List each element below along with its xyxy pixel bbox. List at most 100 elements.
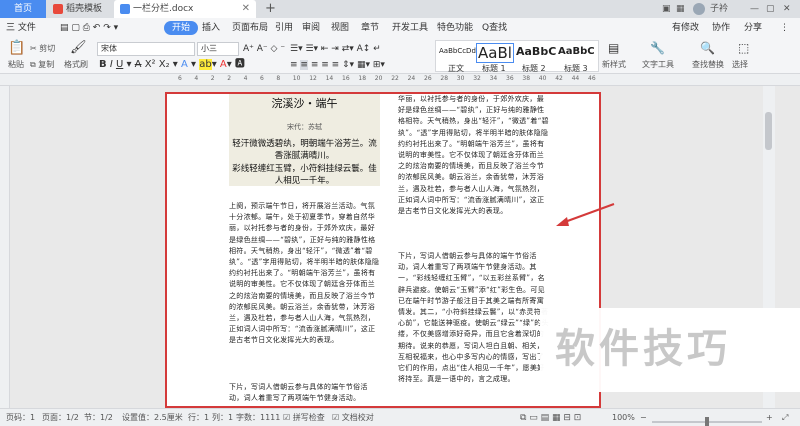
select-button[interactable]: 选择 bbox=[732, 60, 748, 70]
status-word-count[interactable]: 字数：1111 bbox=[236, 413, 280, 423]
menu-view[interactable]: 视图 bbox=[331, 22, 349, 34]
menu-page-layout[interactable]: 页面布局 bbox=[232, 22, 268, 34]
ruler-number: 22 bbox=[391, 75, 399, 82]
text-tool-button[interactable]: 文字工具 bbox=[642, 60, 674, 70]
menu-developer[interactable]: 开发工具 bbox=[392, 22, 428, 34]
ruler-number: 30 bbox=[456, 75, 465, 82]
left-column-tail: 下片，写词人借朝云参与具体的端午节俗活动，词人着重写了两项端午节健身活动。 bbox=[229, 383, 368, 403]
minimize-icon[interactable]: — bbox=[750, 3, 759, 15]
style-heading3-label: 标题 3 bbox=[564, 64, 588, 73]
menu-review[interactable]: 审阅 bbox=[302, 22, 320, 34]
find-replace-icon[interactable]: 🔍 bbox=[700, 42, 715, 54]
format-painter-button[interactable]: 格式刷 bbox=[64, 60, 88, 70]
share-button[interactable]: 分享 bbox=[744, 22, 762, 34]
ruler-number: 6 bbox=[260, 75, 264, 82]
status-row[interactable]: 行：1 bbox=[188, 413, 209, 423]
close-window-icon[interactable]: ✕ bbox=[783, 3, 791, 15]
poem-line-2: 彩线轻缠红玉臂，小符斜挂绿云鬟。佳人相见一千年。 bbox=[232, 164, 377, 186]
menu-home[interactable]: 开始 bbox=[164, 21, 199, 35]
view-mode-icons[interactable]: ⧉ ▭ ▤ ▦ ⊟ ⊡ bbox=[520, 413, 581, 423]
tab-home[interactable]: 首页 bbox=[0, 0, 46, 18]
status-section[interactable]: 节：1/2 bbox=[84, 413, 113, 423]
style-heading1-sample[interactable]: AaBl bbox=[476, 43, 514, 63]
ruler-number: 40 bbox=[538, 75, 547, 82]
menu-file[interactable]: 三 文件 bbox=[6, 22, 36, 34]
new-style-icon[interactable]: ▤ bbox=[608, 42, 619, 54]
tab-bar: 首页 稻壳模板 一栏分栏.docx ✕ + ▣ ▦ 子衿 — ▢ ✕ bbox=[0, 0, 800, 18]
status-pages[interactable]: 页面：1/2 bbox=[42, 413, 79, 423]
vertical-ruler[interactable] bbox=[0, 86, 10, 408]
paste-icon[interactable]: 📋 bbox=[8, 41, 25, 55]
menu-chapter[interactable]: 章节 bbox=[361, 22, 379, 34]
fit-window-icon[interactable]: ⤢ bbox=[782, 413, 788, 423]
save-icon[interactable]: ▤ ▢ ⎙ ↶ ↷ ▾ bbox=[60, 22, 118, 34]
cut-button[interactable]: ✂ 剪切 bbox=[30, 44, 55, 54]
ruler-number: 12 bbox=[309, 75, 317, 82]
user-name[interactable]: 子衿 bbox=[710, 3, 728, 15]
ruler-number: 24 bbox=[407, 75, 416, 82]
ruler-number: 26 bbox=[424, 75, 432, 82]
ruler-number: 4 bbox=[194, 75, 199, 82]
font-grow-shrink-icon[interactable]: A⁺ A⁻ ◇ ⁻ bbox=[243, 43, 285, 55]
layout-icon[interactable]: ▣ bbox=[662, 3, 671, 15]
ruler-number: 2 bbox=[210, 75, 215, 82]
paste-button[interactable]: 粘贴 bbox=[8, 60, 24, 70]
menu-insert[interactable]: 插入 bbox=[202, 22, 220, 34]
maximize-icon[interactable]: ▢ bbox=[766, 3, 775, 15]
menu-features[interactable]: 特色功能 bbox=[437, 22, 473, 34]
menu-references[interactable]: 引用 bbox=[275, 22, 293, 34]
left-column-text: 上阕，预示端午节日，将开展浴兰活动。气氛十分浓郁。端午，处于初夏季节，穿着自然华… bbox=[229, 202, 380, 345]
annotation-arrow bbox=[556, 203, 615, 226]
align-icons[interactable]: ≡ ≡ ≡ ≡ ≡ ⇕▾ ▦▾ ⊞▾ bbox=[290, 59, 385, 71]
tab-document-label: 一栏分栏.docx bbox=[133, 4, 194, 14]
styles-gallery: AaBbCcDd 正文 AaBl 标题 1 AaBbC 标题 2 AaBbC 标… bbox=[435, 40, 599, 73]
scrollbar-thumb[interactable] bbox=[765, 112, 772, 150]
new-style-button[interactable]: 新样式 bbox=[602, 60, 626, 70]
ruler-number: 46 bbox=[588, 75, 596, 82]
style-heading2-label: 标题 2 bbox=[522, 64, 546, 73]
doc-check-label: 文档校对 bbox=[341, 413, 374, 422]
style-heading3-sample[interactable]: AaBbC bbox=[558, 46, 595, 57]
grid-icon[interactable]: ▦ bbox=[676, 3, 685, 15]
horizontal-ruler[interactable]: 6 4 2 2 4 6 8 10 12 14 16 18 20 22 24 26 28 30 32 34 36 38 40 4… bbox=[0, 74, 800, 86]
close-tab-icon[interactable]: ✕ bbox=[242, 0, 250, 18]
text-tool-icon[interactable]: 🔧 bbox=[650, 42, 665, 54]
tab-docer-templates[interactable]: 稻壳模板 bbox=[47, 0, 113, 18]
font-name-select[interactable]: 宋体 bbox=[97, 42, 195, 56]
ruler-number: 4 bbox=[243, 75, 248, 82]
style-normal-label: 正文 bbox=[448, 64, 464, 73]
ruler-number: 42 bbox=[555, 75, 563, 82]
zoom-slider-thumb[interactable] bbox=[705, 417, 709, 426]
menu-search[interactable]: Q查找 bbox=[482, 22, 507, 34]
status-setting[interactable]: 设置值：2.5厘米 bbox=[122, 413, 183, 423]
menu-bar: 三 文件 ▤ ▢ ⎙ ↶ ↷ ▾ 开始 插入 页面布局 引用 审阅 视图 章节 … bbox=[0, 18, 800, 38]
font-size-select[interactable]: 小三 bbox=[197, 42, 239, 56]
zoom-level[interactable]: 100% bbox=[612, 413, 635, 423]
ruler-number: 10 bbox=[292, 75, 301, 82]
copy-button[interactable]: ⧉ 复制 bbox=[30, 60, 54, 70]
tab-document[interactable]: 一栏分栏.docx ✕ bbox=[114, 0, 256, 18]
collab-button[interactable]: 协作 bbox=[712, 22, 730, 34]
status-page[interactable]: 页码：1 bbox=[6, 413, 35, 423]
new-tab-button[interactable]: + bbox=[265, 0, 276, 18]
ribbon: 📋 粘贴 ✂ 剪切 ⧉ 复制 🖌 格式刷 宋体 小三 A⁺ A⁻ ◇ ⁻ B I… bbox=[0, 38, 800, 74]
format-painter-icon[interactable]: 🖌 bbox=[70, 41, 87, 54]
doc-check-button[interactable]: ☑ 文档校对 bbox=[332, 413, 374, 423]
text-format-icons[interactable]: B I U ▾ A X² X₂ ▾ A ▾ ab▾ A▾ 🅰 bbox=[99, 59, 245, 71]
avatar[interactable] bbox=[693, 3, 705, 15]
ruler-number: 28 bbox=[440, 75, 449, 82]
find-replace-button[interactable]: 查找替换 bbox=[692, 60, 724, 70]
copy-label: 复制 bbox=[38, 60, 55, 69]
unsaved-indicator[interactable]: 有修改 bbox=[672, 22, 699, 34]
zoom-in-button[interactable]: + bbox=[766, 413, 773, 423]
ruler-number: 36 bbox=[506, 75, 514, 82]
word-doc-icon bbox=[120, 4, 130, 14]
list-icons[interactable]: ☰▾ ☰▾ ⇤ ⇥ ⇄▾ A↕ ↵ bbox=[290, 43, 381, 55]
style-heading2-sample[interactable]: AaBbC bbox=[516, 45, 556, 58]
select-icon[interactable]: ⬚ bbox=[738, 42, 749, 54]
style-normal-sample[interactable]: AaBbCcDd bbox=[439, 47, 476, 55]
status-col[interactable]: 列：1 bbox=[212, 413, 233, 423]
spell-check-button[interactable]: ☑ 拼写检查 bbox=[283, 413, 325, 423]
zoom-out-button[interactable]: − bbox=[640, 413, 647, 423]
more-icon[interactable]: ⋮ bbox=[780, 22, 789, 34]
